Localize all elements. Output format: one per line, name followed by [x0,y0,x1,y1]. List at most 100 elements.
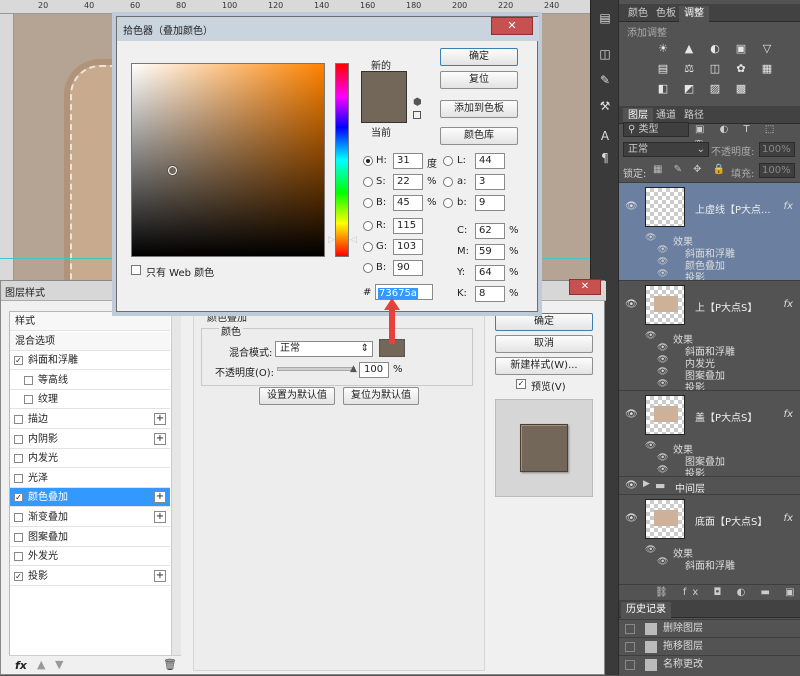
color-component-input[interactable]: 103 [393,239,423,255]
reset-default-button[interactable]: 复位为默认值 [343,387,419,405]
color-component-input[interactable]: 59 [475,244,505,260]
character-icon[interactable]: A [597,128,613,144]
add-effect-button[interactable]: + [154,491,166,504]
color-mode-radio[interactable] [363,156,373,166]
adjustment-icon[interactable]: ☀ [655,42,671,56]
style-list-item[interactable]: ✓ 颜色叠加 + [10,488,170,508]
chevron-right-icon[interactable]: ▶ [643,479,650,489]
history-item[interactable]: 名称更改 [619,655,800,673]
color-component-input[interactable]: 22 [393,174,423,190]
layer-row[interactable]: 👁 底面【P大点S】 fx 👁 效果 👁 斜面和浮雕 [619,494,800,572]
eye-icon[interactable]: 👁 [625,513,638,524]
tab-color[interactable]: 颜色 [623,6,653,22]
layer-row[interactable]: 👁 盖【P大点S】 fx 👁 效果 👁 图案叠加 👁 投影 [619,390,800,480]
color-component-input[interactable]: 64 [475,265,505,281]
adjustment-icon[interactable]: ◧ [655,82,671,96]
fx-icon[interactable]: fx [784,409,793,420]
fx-icon[interactable]: fx [784,299,793,310]
style-checkbox[interactable] [24,395,33,405]
adjustment-icon[interactable]: ▦ [759,62,775,76]
history-checkbox[interactable] [625,660,635,670]
adjustment-icon[interactable]: ◐ [707,42,723,56]
history-item[interactable]: 拖移图层 [619,637,800,655]
color-component-input[interactable]: 62 [475,223,505,239]
color-component-input[interactable]: 90 [393,260,423,276]
layer-blend-select[interactable]: 正常 ⌄ [623,142,709,157]
tab-adjustments[interactable]: 调整 [679,6,709,22]
style-list-item[interactable]: ✓ 投影 + [10,566,170,586]
eye-icon[interactable]: 👁 [625,409,638,420]
adjustment-icon[interactable]: ▲ [681,42,697,56]
adjustment-icon[interactable]: ◩ [681,82,697,96]
add-effect-button[interactable]: + [154,511,166,523]
style-checkbox[interactable] [14,552,23,562]
fx-icon[interactable]: fx [784,201,793,212]
layer-style-ok-button[interactable]: 确定 [495,313,593,331]
style-list-item[interactable]: 纹理 [10,390,170,410]
layer-fill-input[interactable]: 100% [759,163,795,178]
style-list-item[interactable]: 图案叠加 [10,527,170,547]
color-mode-radio[interactable] [363,198,373,208]
color-mode-radio[interactable] [363,263,373,273]
tab-swatches[interactable]: 色板 [651,6,681,22]
layer-style-cancel-button[interactable]: 取消 [495,335,593,353]
style-checkbox[interactable] [14,532,23,542]
style-list-item[interactable]: 内阴影 + [10,429,170,449]
eye-icon[interactable]: 👁 [657,453,668,463]
style-list-item[interactable]: 混合选项 [10,331,170,351]
web-only-checkbox[interactable] [131,265,141,275]
adjustment-icon[interactable]: ▩ [733,82,749,96]
color-mode-radio[interactable] [363,242,373,252]
color-mode-radio[interactable] [363,177,373,187]
adjustment-icon[interactable]: ▽ [759,42,775,56]
tool-presets-icon[interactable]: ⚒ [597,98,613,114]
eye-icon[interactable]: 👁 [657,557,668,567]
move-up-icon[interactable]: ▲ [37,658,45,671]
style-list-item[interactable]: 渐变叠加 + [10,508,170,527]
close-icon[interactable]: ✕ [569,279,601,295]
opacity-slider-track[interactable]: ▲ [277,364,358,374]
adjustment-icon[interactable]: ◫ [707,62,723,76]
color-mode-radio[interactable] [363,221,373,231]
layers-bottom-toolbar[interactable]: ⛓ fx ◘ ◐ ▬ ▣ 🗑 [619,584,800,614]
color-component-input[interactable]: 3 [475,174,505,190]
style-checkbox[interactable] [24,375,33,385]
color-component-input[interactable]: 9 [475,195,505,211]
effect-item[interactable]: 👁 斜面和浮雕 [657,557,735,572]
color-mode-radio[interactable] [443,177,453,187]
fx-icon[interactable]: fx [784,513,793,524]
style-list-item[interactable]: 内发光 [10,449,170,469]
color-component-input[interactable]: 44 [475,153,505,169]
paragraph-icon[interactable]: ¶ [597,150,613,166]
style-list-scrollbar[interactable] [171,311,181,656]
layer-row[interactable]: 👁 上虚线【P大点... fx 👁 效果 👁 斜面和浮雕 👁 颜色叠加 👁 投影 [619,182,800,284]
eye-icon[interactable]: 👁 [657,269,668,279]
history-checkbox[interactable] [625,642,635,652]
adjustment-icon[interactable]: ▨ [707,82,723,96]
new-style-button[interactable]: 新建样式(W)... [495,357,593,375]
move-down-icon[interactable]: ▼ [55,658,63,671]
style-checkbox[interactable] [14,473,23,483]
eye-icon[interactable]: 👁 [645,545,656,555]
opacity-input[interactable]: 100 [359,362,389,378]
eye-icon[interactable]: 👁 [657,379,668,389]
style-checkbox[interactable] [14,434,23,444]
color-component-input[interactable]: 8 [475,286,505,302]
brush-settings-icon[interactable]: ✎ [597,72,613,88]
style-list-item[interactable]: 外发光 [10,547,170,567]
adjustment-icon[interactable]: ▤ [655,62,671,76]
set-default-button[interactable]: 设置为默认值 [259,387,335,405]
style-checkbox[interactable] [14,513,23,522]
color-mode-radio[interactable] [443,156,453,166]
eye-icon[interactable]: 👁 [625,299,638,310]
eye-icon[interactable]: 👁 [625,480,638,491]
style-checkbox[interactable] [14,415,23,424]
add-effect-button[interactable]: + [154,432,166,445]
eye-icon[interactable]: 👁 [645,233,656,243]
style-list-item[interactable]: 样式 [10,312,170,331]
eye-icon[interactable]: 👁 [657,367,668,377]
layer-group-row[interactable]: 👁 ▶ ▬ 中间层 [619,476,800,495]
opacity-slider-thumb[interactable]: ▲ [350,364,358,374]
style-checkbox[interactable] [14,454,23,464]
style-checkbox[interactable]: ✓ [14,356,23,366]
